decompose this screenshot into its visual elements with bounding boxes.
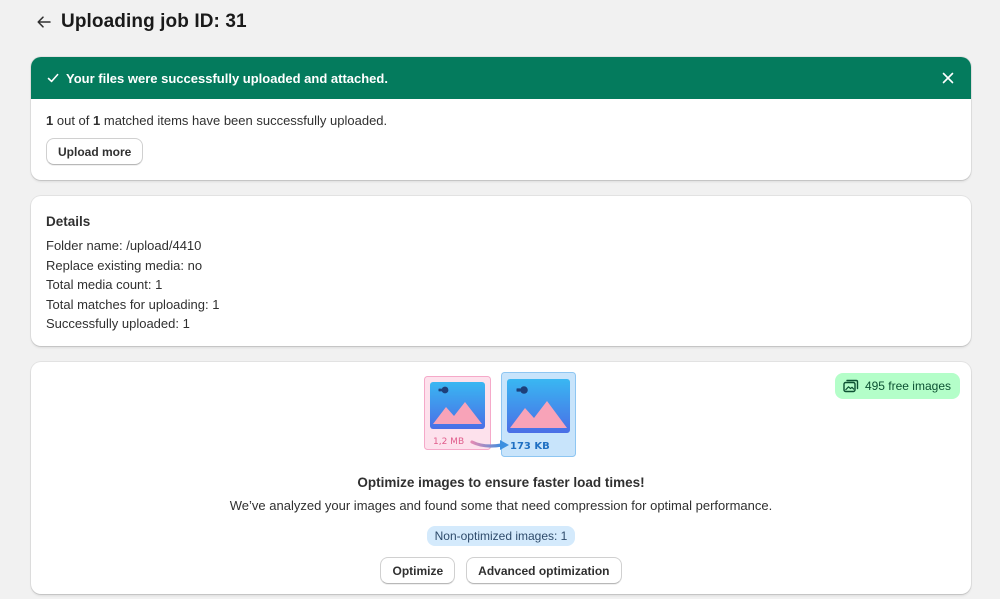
uploaded-count: 1 — [46, 113, 54, 128]
detail-replace-existing: Replace existing media: no — [46, 257, 203, 273]
non-optimized-badge: Non-optimized images: 1 — [426, 526, 576, 546]
compression-illustration: 1,2 MB 173 KB — [424, 372, 576, 457]
summary-suffix: matched items have been successfully upl… — [103, 113, 388, 128]
original-image-tile: 1,2 MB — [424, 376, 491, 450]
optimize-button[interactable]: Optimize — [380, 557, 456, 584]
out-of-text: out of — [56, 113, 90, 128]
back-button[interactable] — [36, 14, 52, 30]
free-images-text: 495 free images — [864, 379, 951, 393]
detail-successfully-uploaded: Successfully uploaded: 1 — [46, 316, 190, 331]
success-body: 1 out of 1 matched items have been succe… — [31, 99, 971, 165]
optimize-description: We’ve analyzed your images and found som… — [229, 498, 773, 513]
arrow-left-icon — [37, 16, 51, 28]
original-size-label: 1,2 MB — [433, 437, 464, 447]
detail-folder-name: Folder name: /upload/4410 — [46, 238, 202, 253]
upload-more-button[interactable]: Upload more — [46, 138, 144, 165]
close-icon — [942, 72, 954, 84]
optimized-size-label: 173 KB — [510, 441, 550, 452]
details-title: Details — [46, 214, 91, 229]
optimize-title: Optimize images to ensure faster load ti… — [357, 475, 645, 490]
details-card: Details Folder name: /upload/4410 Replac… — [31, 196, 971, 346]
checkmark-icon — [46, 71, 60, 85]
gallery-icon — [843, 379, 859, 393]
free-images-badge: 495 free images — [834, 373, 960, 399]
detail-total-media: Total media count: 1 — [46, 277, 163, 292]
matched-count: 1 — [93, 113, 101, 128]
dismiss-banner-button[interactable] — [940, 70, 956, 86]
optimized-image-tile: 173 KB — [501, 372, 576, 457]
success-banner-text: Your files were successfully uploaded an… — [66, 70, 388, 86]
optimize-actions: Optimize Advanced optimization — [31, 557, 971, 584]
page-header: Uploading job ID: 31 — [36, 8, 247, 36]
optimize-card: 495 free images 1,2 MB 173 KB Optimize i… — [31, 362, 971, 594]
upload-summary: 1 out of 1 matched items have been succe… — [46, 113, 956, 129]
upload-success-card: Your files were successfully uploaded an… — [31, 57, 971, 180]
advanced-optimization-button[interactable]: Advanced optimization — [466, 557, 622, 584]
page-title: Uploading job ID: 31 — [61, 11, 247, 32]
success-banner: Your files were successfully uploaded an… — [31, 57, 971, 99]
detail-total-matches: Total matches for uploading: 1 — [46, 296, 220, 312]
